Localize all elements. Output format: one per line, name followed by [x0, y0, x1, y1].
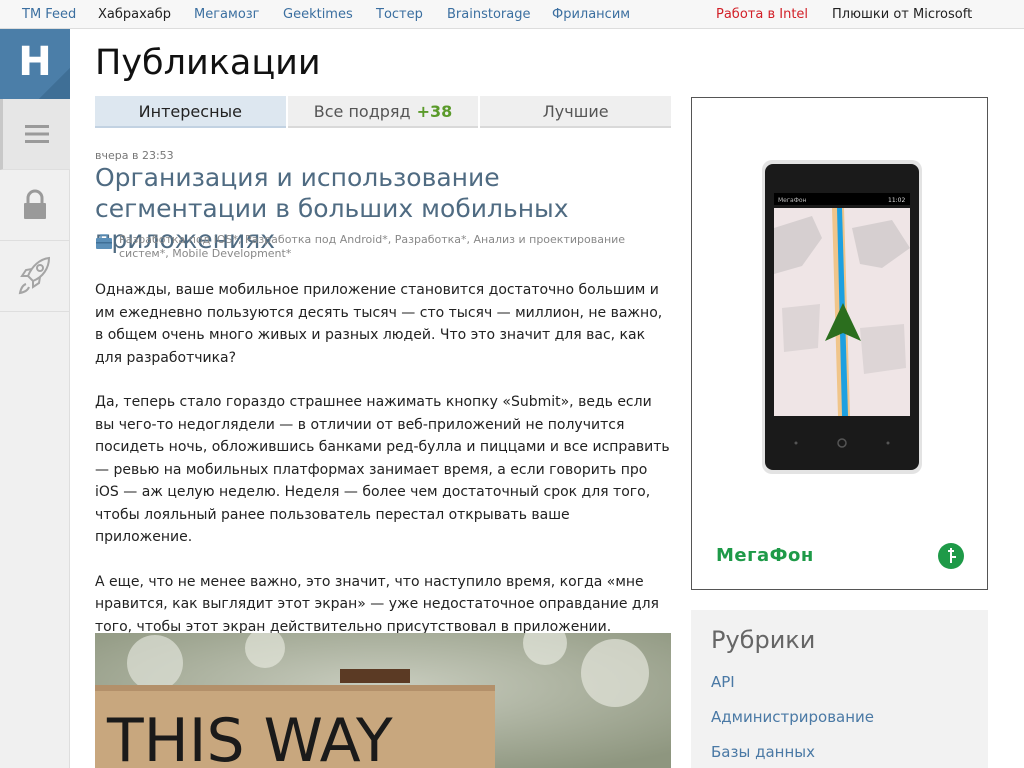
phone-time: 11:02 — [888, 197, 905, 204]
tab-all[interactable]: Все подряд +38 — [287, 96, 479, 128]
rubric-link-databases[interactable]: Базы данных — [711, 743, 815, 761]
new-posts-count: +38 — [416, 101, 453, 121]
tab-label: Все подряд — [313, 101, 411, 121]
rubrics-panel: Рубрики API Администрирование Базы данны… — [691, 610, 988, 768]
page-title: Публикации — [95, 43, 321, 83]
top-navigation-bar: TM Feed Хабрахабр Мегамозг Geektimes Тос… — [0, 0, 1024, 29]
left-sidebar: H — [0, 29, 70, 768]
post-paragraph: А еще, что не менее важно, это значит, ч… — [95, 573, 659, 635]
topbar-link-geektimes[interactable]: Geektimes — [283, 7, 353, 22]
post-paragraph: Да, теперь стало гораздо страшнее нажима… — [95, 394, 670, 545]
topbar-link-toster[interactable]: Тостер — [376, 7, 423, 22]
briefcase-icon — [96, 234, 112, 249]
advertisement-banner[interactable]: МегаФон 11:02 МегаФон — [691, 97, 988, 590]
habr-logo[interactable]: H — [0, 29, 70, 99]
tab-interesting[interactable]: Интересные — [95, 96, 286, 128]
post-timestamp: вчера в 23:53 — [95, 149, 174, 162]
topbar-link-brainstorage[interactable]: Brainstorage — [447, 7, 530, 22]
topbar-link-tm-feed[interactable]: TM Feed — [22, 7, 76, 22]
topbar-link-megamozg[interactable]: Мегамозг — [194, 7, 260, 22]
tab-label: Лучшие — [542, 101, 609, 121]
topbar-link-habrahabr[interactable]: Хабрахабр — [98, 7, 171, 22]
logo-letter: H — [18, 39, 52, 85]
megafon-brand-text: МегаФон — [716, 545, 814, 566]
sidebar-menu-button[interactable] — [0, 99, 70, 170]
post-image: THIS WAY — [95, 633, 671, 768]
publication-tabs: Интересные Все подряд +38 Лучшие — [95, 96, 672, 128]
phone-illustration: МегаФон 11:02 — [762, 160, 922, 474]
hub-links[interactable]: Разработка под iOS*, Разработка под Andr… — [119, 233, 671, 261]
tab-best[interactable]: Лучшие — [480, 96, 672, 128]
this-way-sign-illustration: THIS WAY — [95, 633, 671, 768]
lock-icon — [24, 189, 46, 219]
rubrics-title: Рубрики — [711, 626, 816, 654]
topbar-promo-microsoft[interactable]: Плюшки от Microsoft — [832, 7, 972, 22]
megafon-logo-glyph — [948, 548, 956, 563]
sidebar-feed-button[interactable] — [0, 241, 70, 312]
rocket-icon — [18, 256, 51, 295]
menu-icon — [24, 125, 49, 143]
post-paragraph: Однажды, ваше мобильное приложение стано… — [95, 282, 663, 366]
post-body: Однажды, ваше мобильное приложение стано… — [95, 279, 671, 660]
rubric-link-administration[interactable]: Администрирование — [711, 708, 874, 726]
rubric-link-api[interactable]: API — [711, 673, 735, 691]
topbar-link-freelansim[interactable]: Фрилансим — [552, 7, 630, 22]
topbar-promo-intel[interactable]: Работа в Intel — [716, 7, 808, 22]
sidebar-login-button[interactable] — [0, 170, 70, 241]
tab-label: Интересные — [138, 101, 242, 121]
megafon-logo-icon — [938, 543, 964, 569]
sign-text: THIS WAY — [106, 706, 393, 768]
post-hubs: Разработка под iOS*, Разработка под Andr… — [95, 233, 671, 261]
phone-operator: МегаФон — [778, 197, 807, 204]
